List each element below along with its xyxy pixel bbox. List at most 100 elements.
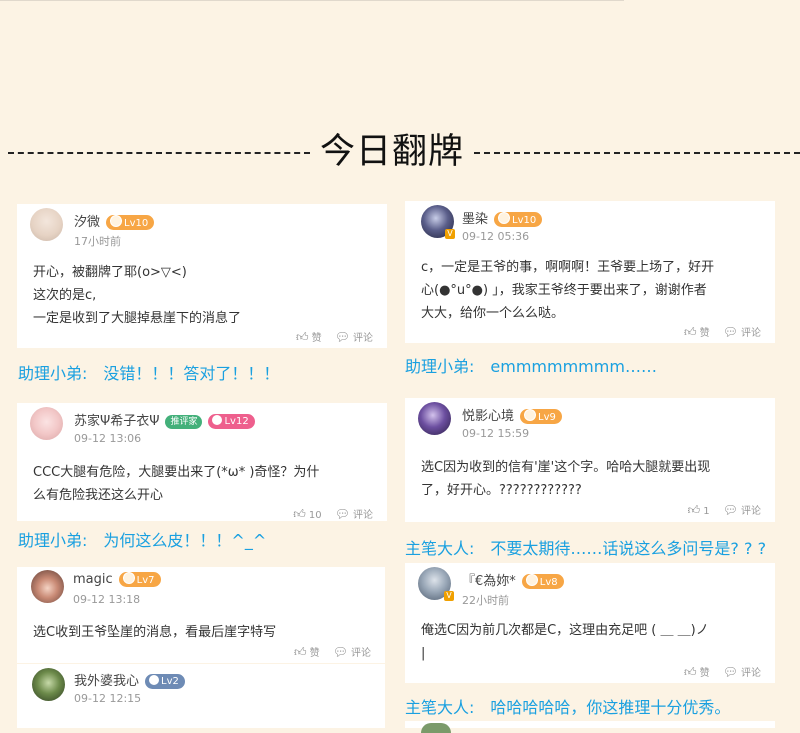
user-name-row: 『€為妳* Lv8 [462, 570, 564, 589]
chat-bubble-icon [149, 675, 160, 685]
comment-button[interactable]: 💬︎ 评论 [722, 325, 761, 339]
comment-card: V 墨染 Lv10 09-12 05:36 c，一定是王爷的事，啊啊啊！王爷要上场… [405, 201, 775, 343]
like-button[interactable]: 👍︎ 赞 [296, 330, 322, 344]
comment-actions: 👍︎ 赞 💬︎ 评论 [284, 644, 371, 660]
dashed-divider-right [474, 152, 800, 154]
user-name-row: 汐微 Lv10 [74, 211, 155, 230]
section-title: 今日翻牌 [319, 132, 464, 172]
thumbs-up-icon: 👍︎ [684, 325, 697, 339]
comment-button[interactable]: 💬︎ 评论 [335, 507, 373, 521]
avatar [421, 723, 451, 733]
reply-text: 哈哈哈哈哈，你这推理十分优秀。 [490, 698, 731, 717]
reply-text: 为何这么皮！！！^_^ [103, 531, 267, 550]
level-badge: Lv10 [106, 215, 155, 230]
reply-text: 没错！！！答对了！！！ [103, 364, 280, 383]
comment-actions: 👍︎ 赞 💬︎ 评论 [286, 329, 373, 345]
reply-line: 助理小弟: 没错！！！答对了！！！ [18, 360, 279, 384]
avatar[interactable] [30, 407, 63, 440]
reply-line: 主笔大人: 哈哈哈哈哈，你这推理十分优秀。 [405, 694, 730, 718]
timestamp: 17小时前 [74, 235, 121, 248]
timestamp: 09-12 12:15 [74, 692, 142, 705]
timestamp: 09-12 13:06 [74, 432, 142, 445]
comment-button[interactable]: 💬︎ 评论 [334, 330, 373, 344]
timestamp: 09-12 05:36 [462, 230, 530, 243]
dashed-divider-left [8, 152, 310, 154]
speech-bubble-icon: 💬︎ [722, 503, 738, 517]
reply-author: 主笔大人: [405, 539, 475, 558]
user-name-row: 悦影心境 Lv9 [462, 405, 562, 424]
avatar[interactable] [30, 208, 63, 241]
comment-text: c，一定是王爷的事，啊啊啊！王爷要上场了，好开 心(●°u°●) 」，我家王爷终… [421, 260, 715, 321]
critic-tag: 推评家 [165, 414, 203, 429]
thumbs-up-icon: 👍︎ [687, 503, 701, 517]
verified-badge: V [445, 229, 455, 239]
cat-icon [525, 574, 538, 586]
like-button[interactable]: 👍︎ 10 [293, 507, 321, 521]
comment-card: V 『€為妳* Lv8 22小时前 俺选C因为前几次都是C，这理由充足吧 ( ＿ … [405, 563, 775, 683]
speech-bubble-icon: 💬︎ [332, 645, 348, 659]
user-name[interactable]: 苏家Ψ希子衣Ψ [74, 414, 159, 429]
timestamp: 22小时前 [462, 594, 509, 607]
like-button[interactable]: 👍︎ 赞 [684, 665, 710, 679]
top-divider [0, 0, 624, 1]
avatar[interactable] [31, 570, 64, 603]
smiley-icon [212, 415, 223, 425]
reply-author: 助理小弟: [18, 531, 88, 550]
reply-text: 不要太期待……话说这么多问号是? ? ? [490, 539, 767, 558]
timestamp: 09-12 15:59 [462, 427, 530, 440]
thumbs-up-icon: 👍︎ [294, 645, 307, 659]
comment-card: 悦影心境 Lv9 09-12 15:59 选C因为收到的信有'崖'这个字。哈哈大腿… [405, 398, 775, 522]
comment-button[interactable]: 💬︎ 评论 [722, 503, 761, 517]
avatar[interactable] [418, 402, 451, 435]
user-name[interactable]: 墨染 [462, 212, 488, 227]
thumbs-up-icon: 👍︎ [296, 330, 309, 344]
comment-text: CCC大腿有危险，大腿要出来了(*ω* )奇怪？为什 么有危险我还这么开心 [33, 465, 320, 503]
user-name[interactable]: 汐微 [74, 215, 100, 230]
reply-author: 助理小弟: [18, 364, 88, 383]
comment-actions: 👍︎ 赞 💬︎ 评论 [674, 324, 761, 340]
comment-card: magic Lv7 09-12 13:18 选C收到王爷坠崖的消息，看最后崖字特写… [17, 567, 385, 663]
user-name[interactable]: 我外婆我心 [74, 674, 139, 689]
comment-card: 苏家Ψ希子衣Ψ 推评家 Lv12 09-12 13:06 CCC大腿有危险，大腿要出… [17, 403, 387, 521]
user-name[interactable]: magic [73, 572, 113, 587]
section-header: 今日翻牌 [0, 128, 800, 176]
reply-text: emmmmmmmm…… [490, 357, 657, 376]
level-badge: Lv9 [520, 409, 562, 424]
speech-bubble-icon: 💬︎ [722, 325, 738, 339]
reply-line: 助理小弟: 为何这么皮！！！^_^ [18, 527, 266, 551]
comment-text: 开心，被翻牌了耶(o>▽<) 这次的是c, 一定是收到了大腿掉悬崖下的消息了 [33, 265, 242, 326]
like-button[interactable]: 👍︎ 赞 [294, 645, 320, 659]
level-badge: Lv10 [494, 212, 543, 227]
comment-button[interactable]: 💬︎ 评论 [722, 665, 761, 679]
comment-card: 汐微 Lv10 17小时前 开心，被翻牌了耶(o>▽<) 这次的是c, 一定是收到… [17, 204, 387, 348]
comment-card: 我外婆我心 Lv2 09-12 12:15 [17, 664, 385, 728]
user-name-row: magic Lv7 [73, 572, 161, 587]
comment-text: 选C收到王爷坠崖的消息，看最后崖字特写 [33, 625, 277, 640]
comment-button[interactable]: 💬︎ 评论 [332, 645, 371, 659]
cat-icon [122, 572, 135, 584]
avatar[interactable] [32, 668, 65, 701]
comment-text: 选C因为收到的信有'崖'这个字。哈哈大腿就要出现 了，好开心。?????????… [421, 460, 711, 498]
reply-author: 助理小弟: [405, 357, 475, 376]
comment-card-partial [405, 721, 775, 733]
user-name-row: 苏家Ψ希子衣Ψ 推评家 Lv12 [74, 410, 255, 429]
like-button[interactable]: 👍︎ 1 [687, 503, 710, 517]
reply-line: 助理小弟: emmmmmmmm…… [405, 353, 657, 377]
like-button[interactable]: 👍︎ 赞 [684, 325, 710, 339]
reply-author: 主笔大人: [405, 698, 475, 717]
user-name[interactable]: 『€為妳* [462, 574, 516, 589]
user-name[interactable]: 悦影心境 [462, 409, 514, 424]
reply-line: 主笔大人: 不要太期待……话说这么多问号是? ? ? [405, 535, 766, 559]
level-badge: Lv2 [145, 674, 185, 689]
verified-badge: V [444, 591, 454, 601]
comment-text: 俺选C因为前几次都是C，这理由充足吧 ( ＿ ＿)ノ | [421, 623, 709, 661]
comment-actions: 👍︎ 1 💬︎ 评论 [678, 502, 761, 518]
level-badge: Lv8 [521, 574, 564, 589]
speech-bubble-icon: 💬︎ [722, 665, 738, 679]
cat-icon [110, 215, 123, 227]
comment-actions: 👍︎ 10 💬︎ 评论 [283, 506, 373, 522]
level-badge: Lv12 [208, 414, 255, 429]
timestamp: 09-12 13:18 [73, 593, 141, 606]
comment-actions: 👍︎ 赞 💬︎ 评论 [674, 664, 761, 680]
speech-bubble-icon: 💬︎ [334, 330, 350, 344]
